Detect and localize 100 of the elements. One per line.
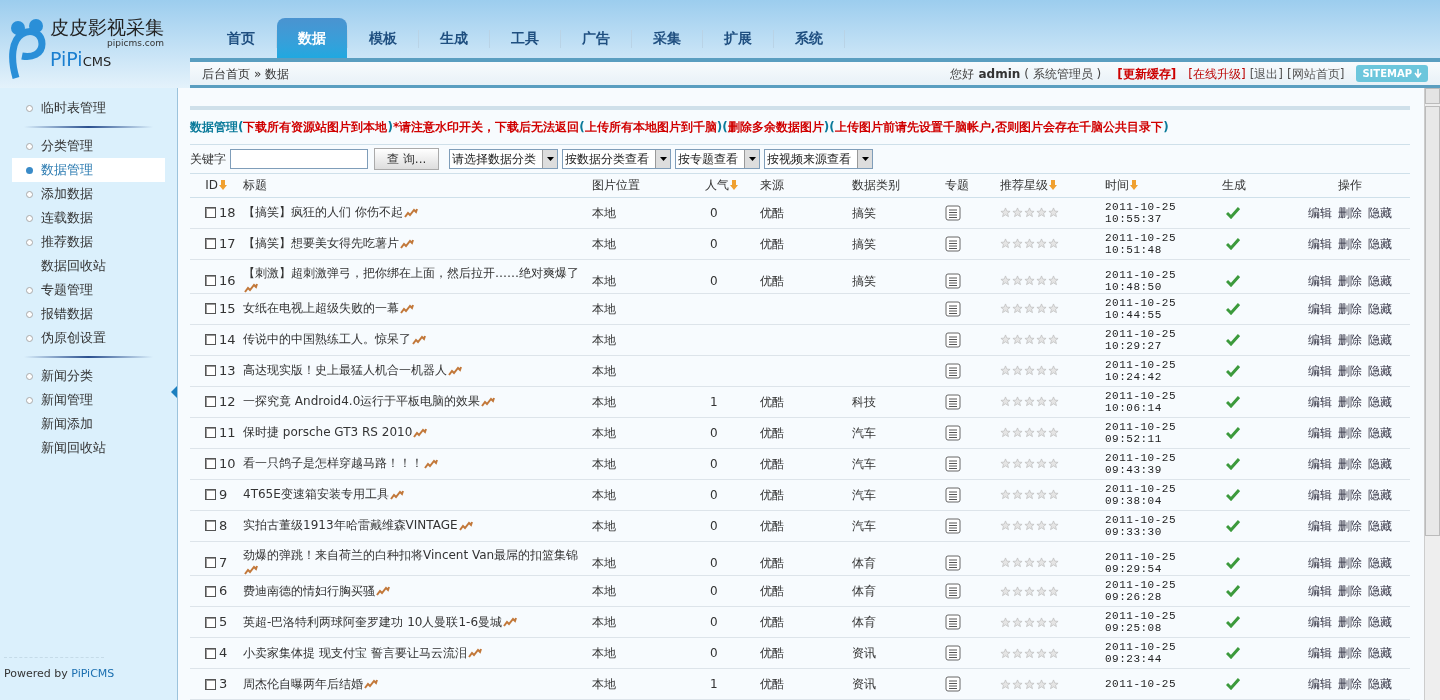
star-icon[interactable] [1012,427,1023,439]
star-icon[interactable] [1012,489,1023,501]
star-icon[interactable] [1024,520,1035,532]
title-cell[interactable]: 高达现实版！史上最猛人机合一机器人 [243,363,462,379]
star-icon[interactable] [1000,334,1011,346]
breadcrumb-link[interactable]: 后台首页 [202,64,250,83]
star-icon[interactable] [1012,303,1023,315]
action-link[interactable]: 编辑 [1308,613,1332,631]
star-icon[interactable] [1000,365,1011,377]
action-link[interactable]: 隐藏 [1368,234,1392,253]
row-checkbox[interactable] [205,365,216,377]
sidebar-item[interactable]: 推荐数据 [12,230,165,254]
nav-tab[interactable]: 模板 [348,18,418,58]
star-icon[interactable] [1012,238,1023,250]
row-checkbox[interactable] [205,616,216,628]
action-link[interactable]: 删除 [1338,485,1362,504]
action-link[interactable]: 删除 [1338,234,1362,253]
sidebar-item[interactable]: 报错数据 [12,302,165,326]
document-icon[interactable] [945,272,961,289]
title-cell[interactable]: 小卖家集体提 现支付宝 誓言要让马云流泪 [243,645,482,661]
document-icon[interactable] [945,486,961,503]
keyword-field[interactable] [230,148,368,169]
star-icon[interactable] [1012,365,1023,377]
search-button[interactable]: 查 询... [374,147,440,170]
star-icon[interactable] [1000,647,1011,659]
star-icon[interactable] [1012,616,1023,628]
action-link[interactable]: 隐藏 [1368,423,1392,442]
scrollbar[interactable] [1424,88,1440,700]
star-icon[interactable] [1000,207,1011,219]
star-icon[interactable] [1024,396,1035,408]
action-link[interactable]: 编辑 [1308,582,1332,600]
sidebar-item[interactable]: 新闻添加 [12,412,165,436]
sort-arrow-icon[interactable] [1130,180,1138,191]
document-icon[interactable] [945,235,961,252]
document-icon[interactable] [945,424,961,441]
nav-tab[interactable]: 系统 [774,18,844,58]
collapse-arrow-icon[interactable] [171,386,177,398]
header-link[interactable]: [更新缓存] [1117,64,1177,83]
sort-arrow-icon[interactable] [219,180,227,191]
row-checkbox[interactable] [205,557,216,569]
nav-tab[interactable]: 生成 [419,18,489,58]
star-icon[interactable] [1036,458,1047,470]
star-icon[interactable] [1000,303,1011,315]
star-icon[interactable] [1012,520,1023,532]
document-icon[interactable] [945,614,961,630]
star-icon[interactable] [1036,396,1047,408]
star-icon[interactable] [1036,585,1047,597]
sidebar-item[interactable]: 分类管理 [12,134,165,158]
star-icon[interactable] [1000,427,1011,439]
row-checkbox[interactable] [205,489,216,501]
action-link[interactable]: 编辑 [1308,553,1332,572]
star-icon[interactable] [1036,678,1047,690]
document-icon[interactable] [945,362,961,379]
action-link[interactable]: 编辑 [1308,271,1332,290]
row-checkbox[interactable] [205,520,216,532]
action-link[interactable]: 删除 [1338,516,1362,535]
action-link[interactable]: 隐藏 [1368,299,1392,318]
star-icon[interactable] [1000,585,1011,597]
title-cell[interactable]: 劲爆的弹跳！来自荷兰的白种扣将Vincent Van最屌的扣篮集锦 [243,547,592,578]
star-icon[interactable] [1036,365,1047,377]
action-link[interactable]: 删除 [1338,271,1362,290]
title-cell[interactable]: 【搞笑】疯狂的人们 你伤不起 [243,205,418,221]
action-link[interactable]: 删除 [1338,423,1362,442]
star-icon[interactable] [1048,557,1059,569]
title-cell[interactable]: 实拍古董级1913年哈雷戴维森VINTAGE [243,518,473,534]
row-checkbox[interactable] [205,647,216,659]
star-icon[interactable] [1024,489,1035,501]
sidebar-item[interactable]: 数据管理 [12,158,165,182]
star-icon[interactable] [1048,334,1059,346]
action-link[interactable]: 删除 [1338,675,1362,693]
title-cell[interactable]: 传说中的中国熟练工人。惊呆了 [243,332,426,348]
filter-select[interactable]: 请选择数据分类 [449,148,559,169]
nav-tab[interactable]: 采集 [632,18,702,58]
action-link[interactable]: 隐藏 [1368,644,1392,662]
document-icon[interactable] [945,645,961,661]
action-link[interactable]: 隐藏 [1368,675,1392,693]
action-link[interactable]: 删除 [1338,392,1362,411]
action-link[interactable]: 编辑 [1308,234,1332,253]
star-icon[interactable] [1048,458,1059,470]
star-icon[interactable] [1048,396,1059,408]
star-icon[interactable] [1048,647,1059,659]
document-icon[interactable] [945,331,961,348]
action-link[interactable]: 编辑 [1308,423,1332,442]
action-link[interactable]: 编辑 [1308,675,1332,693]
star-icon[interactable] [1012,557,1023,569]
title-cell[interactable]: 英超-巴洛特利两球阿奎罗建功 10人曼联1-6曼城 [243,614,517,630]
star-icon[interactable] [1000,458,1011,470]
sidebar-item[interactable]: 临时表管理 [12,96,165,120]
star-icon[interactable] [1048,365,1059,377]
notice-link[interactable]: 删除多余数据图片 [727,120,824,134]
action-link[interactable]: 编辑 [1308,516,1332,535]
star-icon[interactable] [1036,489,1047,501]
header-link[interactable]: [网站首页] [1287,64,1345,83]
star-icon[interactable] [1024,207,1035,219]
column-header[interactable]: 人气 [705,176,738,195]
star-icon[interactable] [1000,616,1011,628]
title-cell[interactable]: 【搞笑】想要美女得先吃薯片 [243,236,414,252]
header-link[interactable]: [在线升级] [1188,64,1246,83]
header-link[interactable]: [退出] [1249,64,1283,83]
star-icon[interactable] [1012,647,1023,659]
